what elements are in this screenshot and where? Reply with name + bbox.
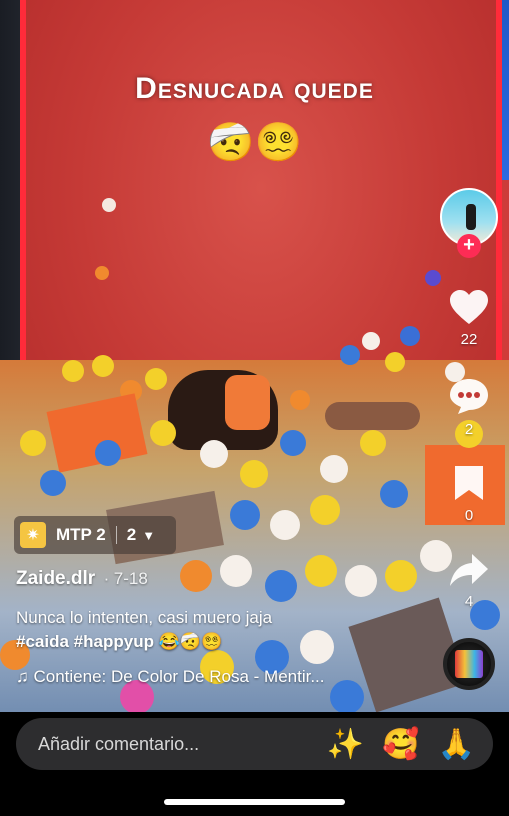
ball: [380, 480, 408, 508]
share-count: 4: [464, 593, 474, 610]
hashtag-happyup[interactable]: #happyup: [74, 632, 154, 651]
music-text: Contiene: De Color De Rosa - Mentir...: [33, 667, 325, 686]
ball: [95, 266, 109, 280]
share-icon: [450, 554, 488, 586]
bookmark-icon: [455, 466, 483, 500]
chevron-down-icon: ▼: [142, 527, 156, 543]
comment-input[interactable]: Añadir comentario... ✨ 🥰 🙏: [16, 718, 493, 770]
hashtag-caida[interactable]: #caida: [16, 632, 69, 651]
ball: [150, 420, 176, 446]
album-art: [455, 650, 483, 678]
comment-count: 2: [464, 421, 474, 438]
ball: [200, 440, 228, 468]
ball: [362, 332, 380, 350]
ball: [385, 560, 417, 592]
description-emojis: 😂🤕😵‍💫: [158, 632, 223, 651]
comment-button[interactable]: 2: [439, 376, 499, 438]
description-text: Nunca lo intenten, casi muero jaja: [16, 608, 273, 627]
video-overlay-emojis: 🤕😵‍💫: [207, 122, 302, 164]
ball: [280, 430, 306, 456]
video-overlay-title: Desnucada quede: [135, 72, 374, 105]
ball: [180, 560, 212, 592]
music-disc[interactable]: [443, 638, 495, 690]
spark-icon: ✷: [20, 522, 46, 548]
ball: [20, 430, 46, 456]
ball: [385, 352, 405, 372]
follow-plus-icon[interactable]: +: [457, 234, 481, 258]
heart-icon: [450, 290, 488, 324]
praying-hands-reaction[interactable]: 🙏: [438, 727, 475, 762]
ball: [345, 565, 377, 597]
effect-pill[interactable]: ✷ MTP 2 2 ▼: [14, 516, 176, 554]
separator-dot: ·: [103, 569, 110, 588]
ball: [360, 430, 386, 456]
smiling-hearts-reaction[interactable]: 🥰: [382, 727, 419, 762]
ball: [240, 460, 268, 488]
author-row: Zaide.dlr · 7-18: [16, 568, 148, 590]
like-count: 22: [460, 331, 478, 348]
bottom-bar: Añadir comentario... ✨ 🥰 🙏: [0, 712, 509, 816]
music-note-icon: ♫: [16, 667, 29, 686]
author-name[interactable]: Zaide.dlr: [16, 568, 95, 589]
person-shirt: [225, 375, 270, 430]
ball: [340, 345, 360, 365]
music-row[interactable]: ♫ Contiene: De Color De Rosa - Mentir...: [16, 667, 366, 687]
ball: [102, 198, 116, 212]
avatar-figure: [466, 204, 476, 230]
ball: [270, 510, 300, 540]
effect-name: MTP 2: [56, 525, 106, 544]
comment-icon: [450, 379, 488, 414]
save-count: 0: [464, 507, 474, 524]
effect-count: 2: [126, 525, 137, 544]
ball: [145, 368, 167, 390]
ball: [220, 555, 252, 587]
ball: [265, 570, 297, 602]
divider: [115, 526, 117, 544]
post-date: 7-18: [113, 569, 148, 588]
tiktok-video-screen: Desnucada quede 🤕😵‍💫 + 22 2 0: [0, 0, 509, 816]
post-description[interactable]: Nunca lo intenten, casi muero jaja #caid…: [16, 606, 366, 654]
home-indicator[interactable]: [164, 799, 345, 805]
person-leg: [325, 402, 420, 430]
ball: [425, 270, 441, 286]
share-button[interactable]: 4: [439, 552, 499, 610]
ball: [62, 360, 84, 382]
comment-placeholder: Añadir comentario...: [38, 733, 200, 754]
ball: [40, 470, 66, 496]
like-button[interactable]: 22: [439, 288, 499, 348]
ball: [230, 500, 260, 530]
ball: [310, 495, 340, 525]
save-button[interactable]: 0: [439, 464, 499, 524]
ball: [290, 390, 310, 410]
sparkles-reaction[interactable]: ✨: [327, 727, 364, 762]
ball: [305, 555, 337, 587]
ball: [400, 326, 420, 346]
ball: [92, 355, 114, 377]
ball: [95, 440, 121, 466]
ball: [320, 455, 348, 483]
